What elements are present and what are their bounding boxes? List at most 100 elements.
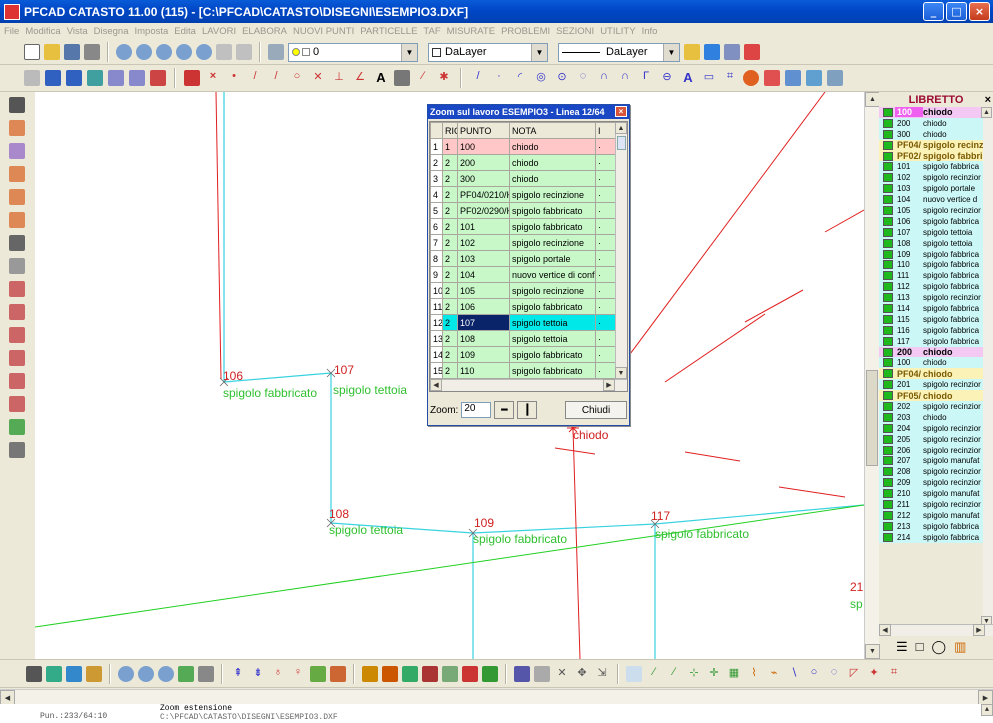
row-number[interactable]: 7 xyxy=(430,234,443,251)
row-extra[interactable]: · xyxy=(595,234,616,251)
frame-icon[interactable] xyxy=(827,70,843,86)
row-riga[interactable]: 2 xyxy=(442,218,458,235)
parcel-split-icon[interactable] xyxy=(9,350,25,366)
menu-vista[interactable]: Vista xyxy=(67,26,88,37)
libretto-row[interactable]: 106 spigolo fabbrica xyxy=(879,215,983,227)
row-number[interactable]: 12 xyxy=(430,314,443,331)
scroll-thumb[interactable] xyxy=(617,136,626,150)
osnap-icon[interactable] xyxy=(87,70,103,86)
cross-icon[interactable]: × xyxy=(205,70,221,86)
row-number[interactable]: 1 xyxy=(430,138,443,155)
libretto-row[interactable]: 101 spigolo fabbrica xyxy=(879,161,983,173)
flag-icon[interactable] xyxy=(482,665,498,682)
window-icon[interactable] xyxy=(724,44,740,60)
vertex-12-icon[interactable]: ✦ xyxy=(866,666,882,682)
text-icon[interactable]: A xyxy=(373,70,389,86)
row-punto[interactable]: 101 xyxy=(457,218,510,235)
ortho-icon[interactable] xyxy=(45,70,61,86)
report-icon[interactable] xyxy=(9,442,25,458)
row-extra[interactable]: · xyxy=(595,362,616,379)
row-nota[interactable]: spigolo recinzione xyxy=(509,282,596,299)
libretto-row[interactable]: 100 chiodo xyxy=(879,107,983,118)
libretto-row[interactable]: 208 spigolo recinzior xyxy=(879,466,983,478)
scroll-up-icon[interactable]: ▲ xyxy=(981,107,992,118)
zoom-out-icon[interactable] xyxy=(136,44,152,60)
row-extra[interactable]: · xyxy=(595,218,616,235)
row-punto[interactable]: 200 xyxy=(457,154,510,171)
row-extra[interactable]: · xyxy=(595,282,616,299)
libretto-row[interactable]: 111 spigolo fabbrica xyxy=(879,270,983,282)
zoom-map-icon[interactable] xyxy=(178,665,194,682)
column-header-riga[interactable]: RIGA xyxy=(442,122,458,139)
zoom-extents-icon[interactable] xyxy=(196,44,212,60)
circle-center-icon[interactable]: ⊙ xyxy=(554,70,570,86)
move-icon[interactable]: ✥ xyxy=(574,666,590,682)
libretto-hscrollbar[interactable]: ◀ ▶ xyxy=(879,624,993,636)
menu-nuovi-punti[interactable]: NUOVI PUNTI xyxy=(293,26,354,37)
row-extra[interactable]: · xyxy=(595,346,616,363)
row-riga[interactable]: 2 xyxy=(442,202,458,219)
angle-icon[interactable]: ∠ xyxy=(352,70,368,86)
stretch-icon[interactable]: ⇲ xyxy=(594,666,610,682)
close-icon[interactable]: × xyxy=(615,106,627,117)
vertex-8-icon[interactable]: ∖ xyxy=(786,666,802,682)
properties-icon[interactable] xyxy=(704,44,720,60)
zoom-previous-icon[interactable] xyxy=(176,44,192,60)
libretto-row[interactable]: 213 spigolo fabbrica xyxy=(879,520,983,532)
libretto-row[interactable]: 212 spigolo manufat xyxy=(879,509,983,521)
libretto-row[interactable]: 207 spigolo manufat xyxy=(879,455,983,467)
vertex-7-icon[interactable]: ⌁ xyxy=(766,666,782,682)
zoom-in-icon[interactable] xyxy=(118,665,134,682)
vertex-11-icon[interactable]: ◸ xyxy=(846,666,862,682)
row-riga[interactable]: 1 xyxy=(442,138,458,155)
scroll-left-icon[interactable]: ◀ xyxy=(879,624,891,636)
fascicolo-icon[interactable] xyxy=(9,120,25,136)
libretto-scrollbar[interactable]: ▲ ▼ xyxy=(981,107,993,627)
save-icon[interactable] xyxy=(64,44,80,60)
marker-icon[interactable]: ♀ xyxy=(290,666,306,682)
cross-mark-icon[interactable]: ✕ xyxy=(554,666,570,682)
blue-circle-icon[interactable]: ◎ xyxy=(533,70,549,86)
survey-icon[interactable] xyxy=(310,665,326,682)
row-number[interactable]: 4 xyxy=(430,186,443,203)
minimize-button[interactable]: _ xyxy=(923,2,944,21)
libretto-row[interactable]: 203 chiodo xyxy=(879,411,983,423)
group-icon[interactable] xyxy=(764,70,780,86)
vertex-9-icon[interactable]: ○ xyxy=(806,666,822,682)
explode-icon[interactable]: ✱ xyxy=(436,70,452,86)
row-extra[interactable]: · xyxy=(595,202,616,219)
row-riga[interactable]: 2 xyxy=(442,282,458,299)
table-row[interactable]: 10 2 105 spigolo recinzione · xyxy=(430,282,616,299)
row-punto[interactable]: 104 xyxy=(457,266,510,283)
layers-icon[interactable] xyxy=(268,44,284,60)
regen-icon[interactable] xyxy=(236,44,252,60)
row-riga[interactable]: 2 xyxy=(442,362,458,379)
vertex-1-icon[interactable]: ∕ xyxy=(646,666,662,682)
edit-grid-icon[interactable] xyxy=(26,665,42,682)
hatch-icon[interactable] xyxy=(394,70,410,86)
snap-icon[interactable] xyxy=(66,70,82,86)
row-extra[interactable]: · xyxy=(595,170,616,187)
edit-report-icon[interactable] xyxy=(86,665,102,682)
row-extra[interactable]: · xyxy=(595,138,616,155)
libretto-square-icon[interactable]: □ xyxy=(916,639,924,655)
list-icon[interactable] xyxy=(9,97,25,113)
edit-doc-icon[interactable] xyxy=(46,665,62,682)
libretto-row[interactable]: 115 spigolo fabbrica xyxy=(879,313,983,325)
menu-edita[interactable]: Edita xyxy=(174,26,196,37)
libretto-row[interactable]: 114 spigolo fabbrica xyxy=(879,303,983,314)
vertex-6-icon[interactable]: ⌇ xyxy=(746,666,762,682)
row-number[interactable]: 5 xyxy=(430,202,443,219)
grid-horizontal-scrollbar[interactable]: ◀ ▶ xyxy=(430,379,627,391)
close-button[interactable]: × xyxy=(969,2,990,21)
row-punto[interactable]: PF02/0290/H xyxy=(457,202,510,219)
arrow-down-icon[interactable]: ⇟ xyxy=(250,666,266,682)
libretto-row[interactable]: 113 spigolo recinzior xyxy=(879,292,983,304)
libretto-row[interactable]: 102 spigolo recinzior xyxy=(879,172,983,184)
no-entry-icon[interactable] xyxy=(462,665,478,682)
libretto-list-icon[interactable]: ☰ xyxy=(896,639,908,655)
row-number[interactable]: 13 xyxy=(430,330,443,347)
line-icon[interactable]: / xyxy=(247,70,263,86)
row-riga[interactable]: 2 xyxy=(442,314,458,331)
scroll-left-icon[interactable]: ◀ xyxy=(0,690,15,705)
